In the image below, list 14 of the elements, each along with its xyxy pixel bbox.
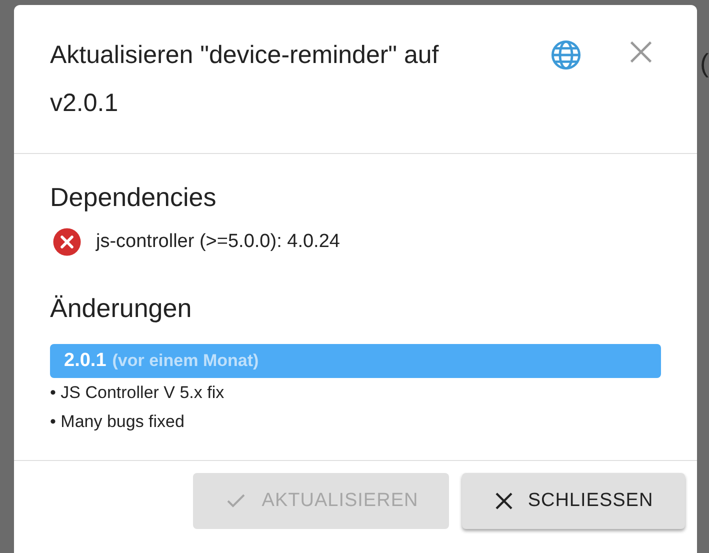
change-note: • JS Controller V 5.x fix xyxy=(50,382,226,404)
close-icon[interactable] xyxy=(628,39,654,65)
error-icon xyxy=(52,227,82,257)
dialog-title: Aktualisieren "device-reminder" auf v2.0.1 xyxy=(50,40,440,119)
globe-icon[interactable] xyxy=(550,39,582,71)
close-button[interactable]: SCHLIESSEN xyxy=(462,473,685,529)
section-heading: Änderungen xyxy=(50,293,193,324)
section-heading: Dependencies xyxy=(50,182,218,213)
date-label: (vor einem Monat) xyxy=(112,351,259,371)
close-icon xyxy=(494,491,514,511)
background-text: ( xyxy=(700,50,709,76)
version-label: 2.0.1 xyxy=(64,350,106,372)
change-note: • Many bugs fixed xyxy=(50,411,186,433)
dependency-text: js-controller (>=5.0.0): 4.0.24 xyxy=(96,231,340,253)
